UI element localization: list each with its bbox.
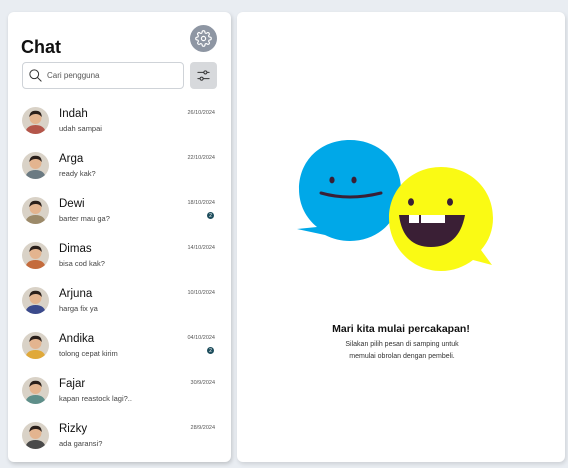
chat-list: Indah udah sampai 26/10/2024 Arga ready kak?… [8, 98, 231, 458]
chat-last-message: tolong cepat kirim [59, 349, 118, 358]
settings-button[interactable] [190, 25, 217, 52]
chat-date: 14/10/2024 [187, 245, 215, 251]
chat-contact-name: Rizky [59, 423, 88, 435]
chat-date: 04/10/2024 [187, 335, 215, 341]
avatar [22, 152, 49, 179]
filter-button[interactable] [190, 62, 217, 89]
yellow-bubble-teeth [409, 215, 419, 223]
chat-contact-name: Dimas [59, 243, 92, 255]
chat-last-message: ready kak? [59, 169, 96, 178]
blue-bubble-eye [329, 176, 335, 184]
chat-list-item[interactable]: Dewi barter mau ga? 18/10/2024 2 [8, 188, 231, 233]
chat-date: 28/9/2024 [190, 425, 215, 431]
chat-contact-name: Indah [59, 108, 88, 120]
chat-list-item[interactable]: Rizky ada garansi? 28/9/2024 [8, 413, 231, 458]
chat-last-message: harga fix ya [59, 304, 98, 313]
sidebar-title: Chat [21, 37, 61, 57]
chat-list-item[interactable]: Dimas bisa cod kak? 14/10/2024 [8, 233, 231, 278]
chat-list-item[interactable]: Fajar kapan reastock lagi?.. 30/9/2024 [8, 368, 231, 413]
search-input[interactable] [47, 71, 177, 80]
chat-contact-name: Andika [59, 333, 95, 345]
yellow-bubble-eye [447, 198, 453, 206]
blue-chat-bubble [297, 140, 401, 241]
avatar [22, 377, 49, 404]
yellow-bubble-eye [408, 198, 414, 206]
chat-list-item[interactable]: Arjuna harga fix ya 10/10/2024 [8, 278, 231, 323]
chat-last-message: bisa cod kak? [59, 259, 105, 268]
chat-contact-name: Arjuna [59, 288, 93, 300]
yellow-bubble-teeth [421, 215, 445, 223]
chat-date: 10/10/2024 [187, 290, 215, 296]
chat-contact-name: Arga [59, 153, 84, 165]
chat-sidebar: Chat Indah udah sampai 26/10/2024 Arga ready… [8, 12, 231, 462]
chat-date: 22/10/2024 [187, 155, 215, 161]
chat-contact-name: Fajar [59, 378, 86, 390]
chat-last-message: udah sampai [59, 124, 102, 133]
conversation-panel: Mari kita mulai percakapan! Silakan pili… [237, 12, 565, 462]
chat-list-item[interactable]: Andika tolong cepat kirim 04/10/2024 2 [8, 323, 231, 368]
avatar [22, 332, 49, 359]
search-box[interactable] [22, 62, 184, 89]
chat-list-item[interactable]: Arga ready kak? 22/10/2024 [8, 143, 231, 188]
avatar [22, 287, 49, 314]
sliders-icon [197, 70, 210, 81]
chat-last-message: kapan reastock lagi?.. [59, 394, 132, 403]
avatar [22, 107, 49, 134]
empty-state-description: Silakan pilih pesan di samping untuk mem… [345, 341, 459, 360]
gear-icon [195, 30, 212, 47]
chat-date: 26/10/2024 [187, 110, 215, 116]
empty-state-title: Mari kita mulai percakapan! [332, 323, 470, 335]
chat-list-item[interactable]: Indah udah sampai 26/10/2024 [8, 98, 231, 143]
avatar [22, 422, 49, 449]
avatar [22, 242, 49, 269]
blue-bubble-eye [351, 176, 357, 184]
unread-count-badge: 2 [207, 212, 214, 219]
chat-date: 30/9/2024 [190, 380, 215, 386]
avatar [22, 197, 49, 224]
chat-date: 18/10/2024 [187, 200, 215, 206]
unread-count-badge: 2 [207, 347, 214, 354]
search-icon [29, 69, 42, 82]
chat-bubbles-illustration [297, 140, 493, 271]
chat-last-message: ada garansi? [59, 439, 103, 448]
chat-contact-name: Dewi [59, 198, 85, 210]
chat-last-message: barter mau ga? [59, 214, 110, 223]
